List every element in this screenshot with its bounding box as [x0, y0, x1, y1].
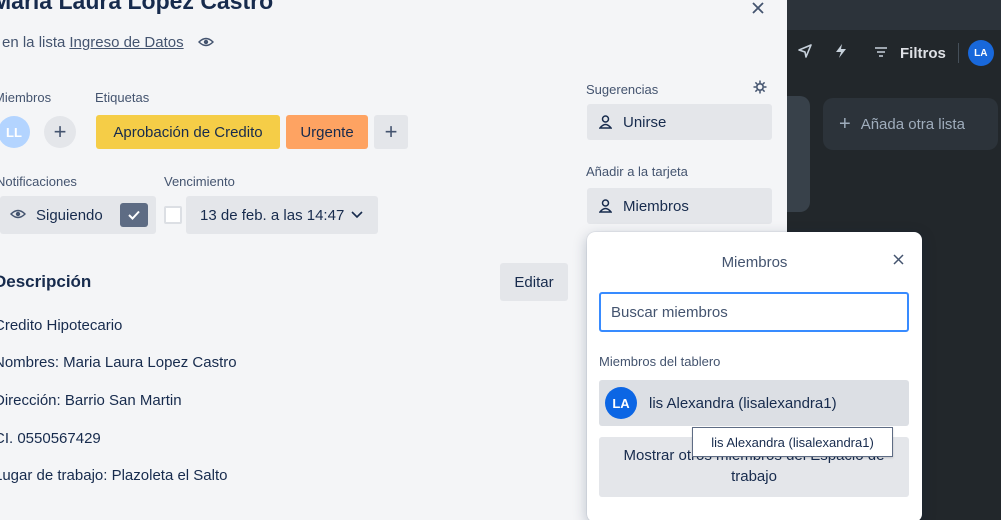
filters-label: Filtros [900, 44, 946, 62]
check-icon[interactable] [120, 203, 148, 227]
add-label-button[interactable]: + [374, 115, 408, 149]
card-title[interactable]: María Laura López Castro [0, 0, 273, 15]
member-tooltip: lis Alexandra (lisalexandra1) [692, 427, 893, 457]
filter-icon [868, 45, 894, 62]
board-header-strip [782, 0, 1001, 30]
join-button[interactable]: Unirse [587, 104, 772, 140]
close-icon[interactable] [744, 0, 772, 22]
filters-button[interactable]: Filtros [868, 45, 946, 62]
add-to-card-heading: Añadir a la tarjeta [586, 164, 688, 179]
screen: Filtros LA + Añada otra lista María Laur… [0, 0, 1001, 520]
add-member-button[interactable]: + [44, 116, 76, 148]
board-toolbar: Filtros LA [782, 30, 1001, 76]
suggestions-heading: Sugerencias [586, 82, 659, 97]
due-date-button[interactable]: 13 de feb. a las 14:47 [186, 196, 378, 234]
person-icon [597, 199, 613, 213]
join-label: Unirse [623, 113, 667, 131]
avatar[interactable]: LL [0, 116, 30, 148]
notifications-heading: Notificaciones [0, 174, 77, 189]
list-location: en la lista Ingreso de Datos [2, 34, 214, 51]
eye-icon [10, 207, 26, 223]
description-line[interactable]: CI. 0550567429 [0, 430, 101, 447]
members-heading: Miembros [0, 90, 52, 105]
toolbar-divider [957, 43, 959, 63]
board-members-heading: Miembros del tablero [599, 354, 721, 369]
plus-icon: + [384, 119, 398, 144]
description-heading: Descripción [0, 272, 92, 291]
add-list-label: Añada otra lista [860, 115, 965, 133]
description-line[interactable]: Nombres: Maria Laura Lopez Castro [0, 354, 237, 371]
due-complete-checkbox[interactable] [164, 206, 182, 224]
member-option[interactable]: LA lis Alexandra (lisalexandra1) [599, 380, 909, 426]
members-button-label: Miembros [623, 197, 689, 215]
plus-icon: + [839, 112, 851, 135]
label-aprobacion[interactable]: Aprobación de Credito [96, 115, 280, 149]
description-line[interactable]: Dirección: Barrio San Martin [0, 392, 182, 409]
board-member-avatar[interactable]: LA [967, 40, 994, 66]
labels-heading: Etiquetas [95, 90, 150, 105]
label-urgente[interactable]: Urgente [286, 115, 368, 149]
watch-label: Siguiendo [36, 206, 103, 224]
due-heading: Vencimiento [164, 174, 235, 189]
gear-icon[interactable] [750, 80, 770, 100]
edit-description-button[interactable]: Editar [500, 263, 568, 301]
automation-bolt-icon[interactable] [828, 43, 854, 63]
search-members-input[interactable] [599, 292, 909, 332]
description-line[interactable]: Lugar de trabajo: Plazoleta el Salto [0, 467, 228, 484]
chevron-down-icon [351, 208, 363, 222]
members-popover: Miembros Miembros del tablero LA lis Ale… [587, 232, 922, 520]
plus-icon: + [53, 119, 67, 144]
avatar: LA [605, 387, 637, 419]
person-icon [597, 115, 613, 129]
add-list-button[interactable]: + Añada otra lista [823, 98, 998, 150]
list-prefix: en la lista [2, 34, 66, 51]
eye-icon [197, 35, 214, 51]
description-line[interactable]: Credito Hipotecario [0, 317, 122, 334]
popover-title: Miembros [721, 254, 788, 271]
send-icon[interactable] [792, 43, 818, 63]
due-date-value: 13 de feb. a las 14:47 [200, 206, 345, 224]
member-name: lis Alexandra (lisalexandra1) [649, 394, 837, 412]
close-icon[interactable] [887, 250, 909, 272]
members-button[interactable]: Miembros [587, 188, 772, 224]
list-link[interactable]: Ingreso de Datos [69, 34, 183, 51]
